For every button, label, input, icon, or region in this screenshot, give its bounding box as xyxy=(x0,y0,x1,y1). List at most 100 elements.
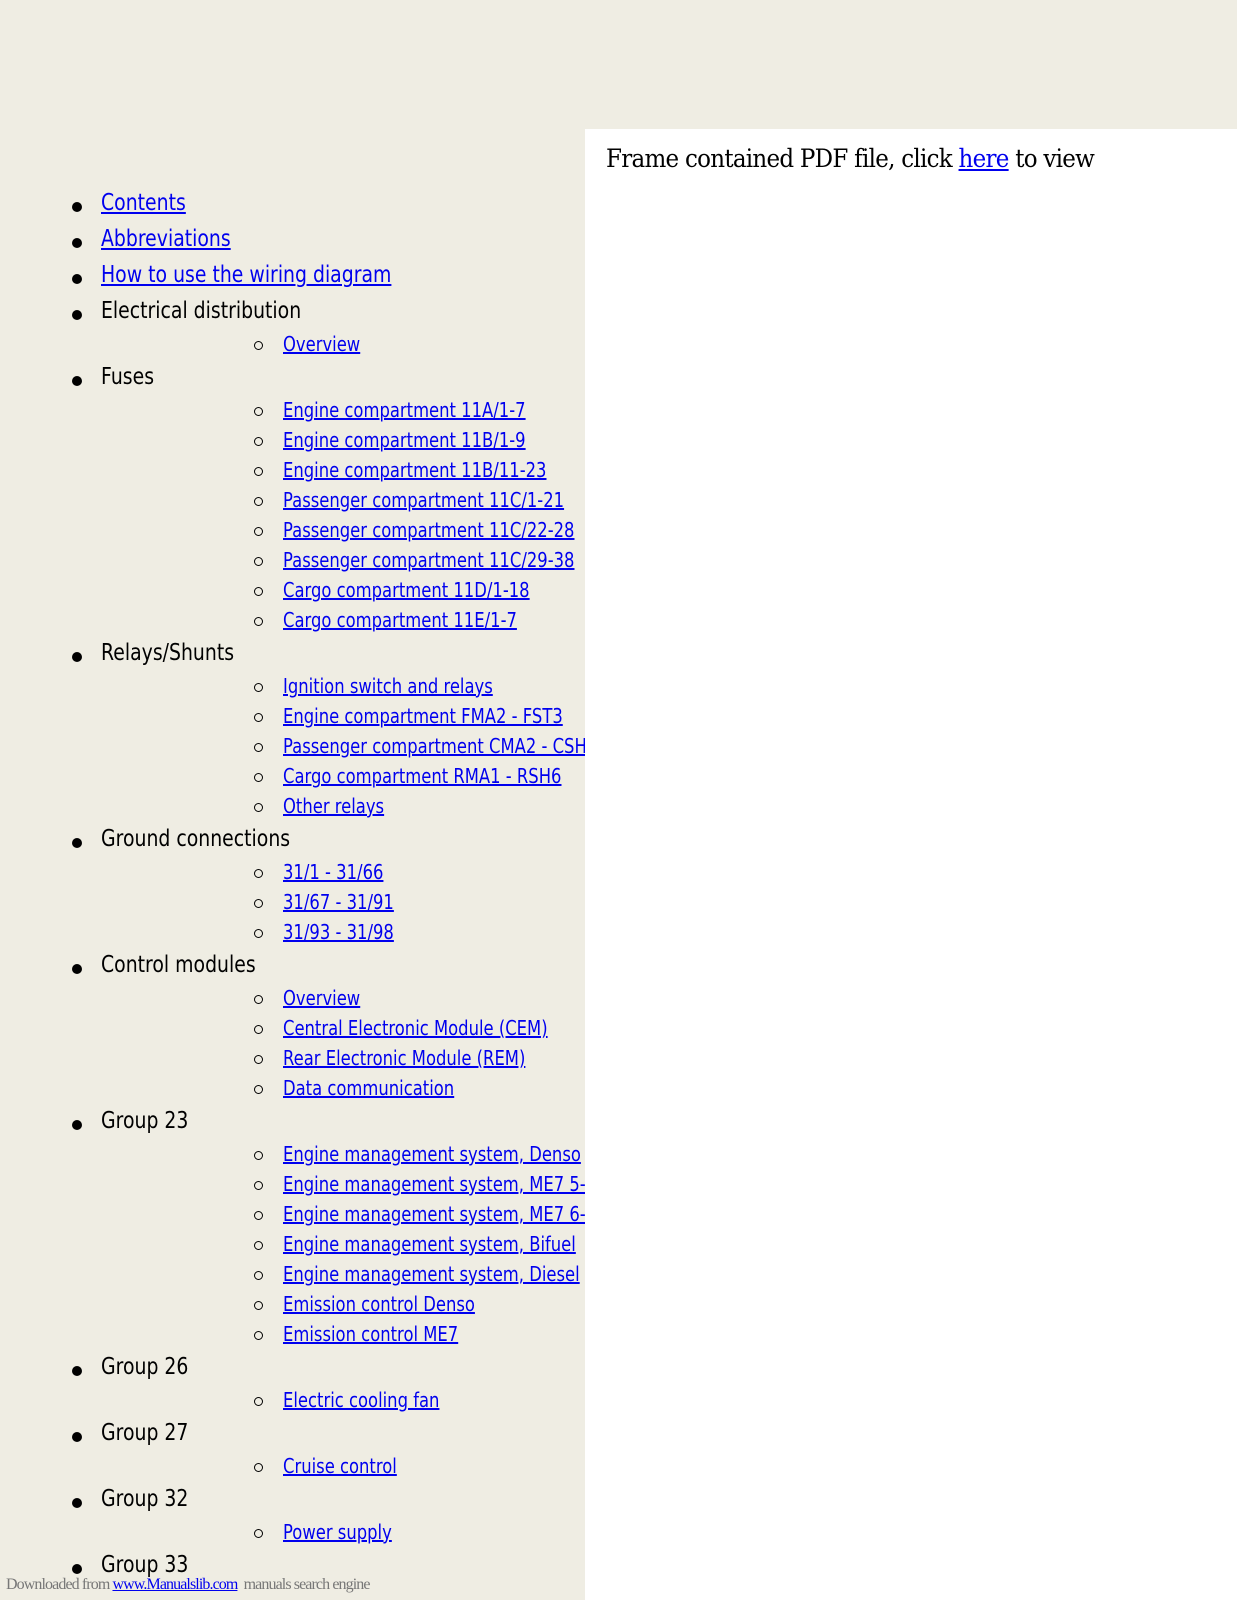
bullet-disc-icon xyxy=(72,838,82,848)
bullet-circle-icon xyxy=(254,995,263,1004)
bullet-disc-icon xyxy=(72,310,82,320)
toc-section-label[interactable]: Contents xyxy=(101,185,186,221)
bullet-disc-icon xyxy=(72,1366,82,1376)
toc-subitem-label[interactable]: Cargo compartment 11D/1-18 xyxy=(283,575,530,605)
toc-link-ignition-switch-and-relays[interactable]: Ignition switch and relays xyxy=(283,674,493,698)
toc-subitem-label[interactable]: Emission control ME7 xyxy=(283,1319,458,1349)
toc-subitem-label[interactable]: Engine management system, Bifuel xyxy=(283,1229,576,1259)
toc-subitem-label[interactable]: 31/1 - 31/66 xyxy=(283,857,383,887)
toc-subitem-label[interactable]: Engine compartment 11B/11-23 xyxy=(283,455,546,485)
pdf-frame-panel: Frame contained PDF file, click here to … xyxy=(585,129,1237,1600)
toc-section-heading: Electrical distribution xyxy=(101,298,302,324)
toc-link-emission-control-denso[interactable]: Emission control Denso xyxy=(283,1292,475,1316)
toc-link-rear-electronic-module-rem[interactable]: Rear Electronic Module (REM) xyxy=(283,1046,525,1070)
toc-link-cruise-control[interactable]: Cruise control xyxy=(283,1454,397,1478)
toc-subitem-label[interactable]: Cargo compartment 11E/1-7 xyxy=(283,605,517,635)
bullet-disc-icon xyxy=(72,376,82,386)
toc-subitem-label[interactable]: Electric cooling fan xyxy=(283,1385,439,1415)
bullet-circle-icon xyxy=(254,803,263,812)
toc-link-engine-compartment-11b-11-23[interactable]: Engine compartment 11B/11-23 xyxy=(283,458,546,482)
toc-panel: Contents Abbreviations How to use the wiri… xyxy=(0,129,660,1600)
toc-link-other-relays[interactable]: Other relays xyxy=(283,794,384,818)
toc-link-engine-management-system-bifuel[interactable]: Engine management system, Bifuel xyxy=(283,1232,576,1256)
toc-subitem-label[interactable]: Passenger compartment 11C/1-21 xyxy=(283,485,564,515)
toc-link-31-93-31-98[interactable]: 31/93 - 31/98 xyxy=(283,920,394,944)
toc-subitem-label[interactable]: Central Electronic Module (CEM) xyxy=(283,1013,548,1043)
toc-link-overview[interactable]: Overview xyxy=(283,332,360,356)
toc-link-31-1-31-66[interactable]: 31/1 - 31/66 xyxy=(283,860,383,884)
bullet-circle-icon xyxy=(254,407,263,416)
toc-subitem-label[interactable]: Cargo compartment RMA1 - RSH6 xyxy=(283,761,561,791)
toc-link-passenger-compartment-11c-1-21[interactable]: Passenger compartment 11C/1-21 xyxy=(283,488,564,512)
toc-subitem-label[interactable]: Ignition switch and relays xyxy=(283,671,493,701)
toc-subitem-label[interactable]: Emission control Denso xyxy=(283,1289,475,1319)
bullet-disc-icon xyxy=(72,1498,82,1508)
bullet-circle-icon xyxy=(254,341,263,350)
toc-link-engine-compartment-11b-1-9[interactable]: Engine compartment 11B/1-9 xyxy=(283,428,526,452)
toc-link-passenger-compartment-11c-22-28[interactable]: Passenger compartment 11C/22-28 xyxy=(283,518,574,542)
bullet-circle-icon xyxy=(254,497,263,506)
toc-subitem-label[interactable]: Rear Electronic Module (REM) xyxy=(283,1043,525,1073)
toc-link-abbreviations[interactable]: Abbreviations xyxy=(101,226,231,252)
toc-link-emission-control-me7[interactable]: Emission control ME7 xyxy=(283,1322,458,1346)
bullet-circle-icon xyxy=(254,1211,263,1220)
bullet-circle-icon xyxy=(254,743,263,752)
bullet-circle-icon xyxy=(254,437,263,446)
bullet-circle-icon xyxy=(254,1181,263,1190)
toc-subitem-label[interactable]: Data communication xyxy=(283,1073,454,1103)
bullet-circle-icon xyxy=(254,683,263,692)
toc-link-electric-cooling-fan[interactable]: Electric cooling fan xyxy=(283,1388,439,1412)
toc-subitem-label[interactable]: Engine compartment FMA2 - FST3 xyxy=(283,701,563,731)
toc-link-power-supply[interactable]: Power supply xyxy=(283,1520,392,1544)
toc-subitem-label[interactable]: Engine compartment 11A/1-7 xyxy=(283,395,526,425)
manualslib-link[interactable]: www.Manualslib.com xyxy=(112,1576,238,1593)
toc-section-heading: Group 23 xyxy=(101,1108,189,1134)
toc-link-cargo-compartment-11e-1-7[interactable]: Cargo compartment 11E/1-7 xyxy=(283,608,517,632)
toc-link-cargo-compartment-rma1-rsh6[interactable]: Cargo compartment RMA1 - RSH6 xyxy=(283,764,561,788)
toc-link-passenger-compartment-11c-29-38[interactable]: Passenger compartment 11C/29-38 xyxy=(283,548,574,572)
toc-subitem-label[interactable]: Overview xyxy=(283,329,360,359)
bullet-circle-icon xyxy=(254,467,263,476)
toc-subitem-label[interactable]: Passenger compartment 11C/29-38 xyxy=(283,545,574,575)
bullet-circle-icon xyxy=(254,587,263,596)
toc-link-31-67-31-91[interactable]: 31/67 - 31/91 xyxy=(283,890,394,914)
toc-subitem-label[interactable]: Passenger compartment CMA2 - CSH4 xyxy=(283,731,597,761)
bullet-circle-icon xyxy=(254,1241,263,1250)
toc-section-heading: Group 27 xyxy=(101,1420,189,1446)
toc-link-data-communication[interactable]: Data communication xyxy=(283,1076,454,1100)
bullet-disc-icon xyxy=(72,964,82,974)
toc-link-passenger-compartment-cma2-csh4[interactable]: Passenger compartment CMA2 - CSH4 xyxy=(283,734,597,758)
toc-section-label[interactable]: Abbreviations xyxy=(101,221,231,257)
toc-section-heading: Group 32 xyxy=(101,1486,189,1512)
bullet-circle-icon xyxy=(254,1151,263,1160)
bullet-disc-icon xyxy=(72,238,82,248)
toc-subitem-label[interactable]: Engine management system, Denso xyxy=(283,1139,581,1169)
toc-link-overview[interactable]: Overview xyxy=(283,986,360,1010)
toc-subitem-label[interactable]: 31/67 - 31/91 xyxy=(283,887,394,917)
toc-subitem-label[interactable]: Overview xyxy=(283,983,360,1013)
toc-link-engine-compartment-fma2-fst3[interactable]: Engine compartment FMA2 - FST3 xyxy=(283,704,563,728)
toc-link-engine-management-system-denso[interactable]: Engine management system, Denso xyxy=(283,1142,581,1166)
toc-subitem-label[interactable]: Cruise control xyxy=(283,1451,397,1481)
bullet-disc-icon xyxy=(72,1120,82,1130)
toc-section-heading: Fuses xyxy=(101,364,155,390)
bullet-disc-icon xyxy=(72,652,82,662)
toc-subitem-label[interactable]: Engine compartment 11B/1-9 xyxy=(283,425,526,455)
footer-prefix: Downloaded from xyxy=(6,1576,113,1593)
toc-link-how-to-use-the-wiring-diagram[interactable]: How to use the wiring diagram xyxy=(101,262,391,288)
toc-subitem-label[interactable]: Engine management system, Diesel xyxy=(283,1259,580,1289)
toc-link-contents[interactable]: Contents xyxy=(101,190,186,216)
toc-link-cargo-compartment-11d-1-18[interactable]: Cargo compartment 11D/1-18 xyxy=(283,578,530,602)
toc-subitem-label[interactable]: 31/93 - 31/98 xyxy=(283,917,394,947)
toc-subitem-label[interactable]: Other relays xyxy=(283,791,384,821)
toc-link-engine-management-system-diesel[interactable]: Engine management system, Diesel xyxy=(283,1262,580,1286)
bullet-circle-icon xyxy=(254,1055,263,1064)
view-pdf-link[interactable]: here xyxy=(959,144,1010,173)
toc-link-central-electronic-module-cem[interactable]: Central Electronic Module (CEM) xyxy=(283,1016,548,1040)
bullet-circle-icon xyxy=(254,617,263,626)
toc-subitem-label[interactable]: Passenger compartment 11C/22-28 xyxy=(283,515,574,545)
frame-message-after: to view xyxy=(1008,144,1095,173)
toc-subitem-label[interactable]: Power supply xyxy=(283,1517,392,1547)
toc-link-engine-compartment-11a-1-7[interactable]: Engine compartment 11A/1-7 xyxy=(283,398,526,422)
toc-section-label[interactable]: How to use the wiring diagram xyxy=(101,257,391,293)
